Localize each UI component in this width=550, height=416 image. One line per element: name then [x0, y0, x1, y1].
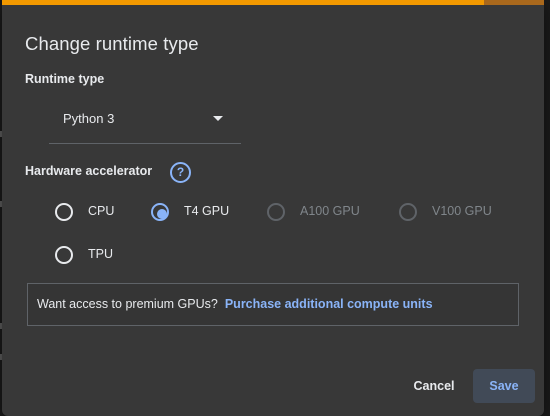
progress-stripe: [2, 0, 544, 5]
radio-dot-icon: [157, 209, 167, 219]
dialog-title: Change runtime type: [25, 33, 199, 54]
radio-circle-icon: [267, 203, 285, 221]
change-runtime-dialog: Change runtime type Runtime type Python …: [2, 0, 544, 416]
radio-circle-icon: [55, 246, 73, 264]
radio-label: V100 GPU: [432, 204, 492, 218]
banner-text-row: Want access to premium GPUs? Purchase add…: [37, 297, 433, 311]
hardware-accelerator-label: Hardware accelerator: [25, 164, 153, 178]
premium-gpu-banner: Want access to premium GPUs? Purchase add…: [27, 283, 519, 326]
cancel-button[interactable]: Cancel: [403, 369, 465, 403]
help-icon[interactable]: ?: [170, 162, 191, 183]
radio-circle-icon: [55, 203, 73, 221]
radio-label: T4 GPU: [184, 204, 230, 218]
banner-message: Want access to premium GPUs?: [37, 297, 218, 311]
progress-stripe-end: [484, 0, 544, 5]
purchase-compute-units-link[interactable]: Purchase additional compute units: [225, 297, 433, 311]
radio-circle-icon: [151, 203, 169, 221]
runtime-type-value: Python 3: [63, 111, 115, 126]
radio-label: TPU: [88, 247, 113, 261]
runtime-type-label: Runtime type: [25, 72, 105, 86]
dropdown-caret-icon: [213, 116, 223, 121]
radio-label: A100 GPU: [300, 204, 360, 218]
save-button[interactable]: Save: [473, 369, 535, 403]
radio-label: CPU: [88, 204, 115, 218]
runtime-type-select[interactable]: Python 3: [49, 101, 241, 144]
radio-circle-icon: [399, 203, 417, 221]
